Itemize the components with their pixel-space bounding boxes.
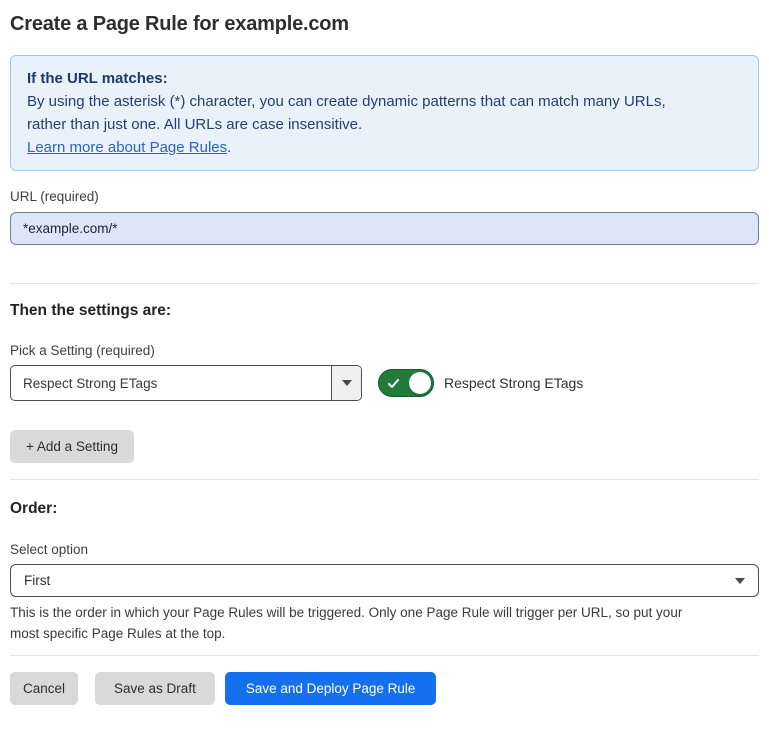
chevron-down-icon xyxy=(342,380,352,386)
info-box-body-line-1: By using the asterisk (*) character, you… xyxy=(27,90,742,113)
toggle-knob xyxy=(409,372,431,394)
page-rule-form: Create a Page Rule for example.com If th… xyxy=(0,12,769,705)
order-help-text: This is the order in which your Page Rul… xyxy=(10,602,759,644)
order-section-heading: Order: xyxy=(10,500,759,518)
check-icon xyxy=(387,377,400,395)
setting-select-value: Respect Strong ETags xyxy=(11,366,331,400)
pick-setting-label: Pick a Setting (required) xyxy=(10,342,759,359)
setting-row: Respect Strong ETags Respect Strong ETag… xyxy=(10,365,759,401)
page-title: Create a Page Rule for example.com xyxy=(10,12,759,36)
divider xyxy=(10,283,759,284)
divider xyxy=(10,655,759,656)
info-box-body-line-2: rather than just one. All URLs are case … xyxy=(27,113,742,136)
order-help-line-2: most specific Page Rules at the top. xyxy=(10,623,759,644)
setting-select-arrow-button[interactable] xyxy=(331,366,361,400)
learn-more-page-rules-link[interactable]: Learn more about Page Rules xyxy=(27,139,227,156)
url-label: URL (required) xyxy=(10,188,759,205)
cancel-button[interactable]: Cancel xyxy=(10,672,78,705)
save-draft-button[interactable]: Save as Draft xyxy=(95,672,215,705)
add-setting-button[interactable]: + Add a Setting xyxy=(10,430,134,463)
url-input[interactable] xyxy=(10,212,759,245)
setting-select[interactable]: Respect Strong ETags xyxy=(10,365,362,401)
toggle-label: Respect Strong ETags xyxy=(444,375,583,391)
chevron-down-icon xyxy=(735,578,745,584)
link-period: . xyxy=(227,139,231,156)
url-match-info-box: If the URL matches: By using the asteris… xyxy=(10,55,759,171)
info-box-link-line: Learn more about Page Rules. xyxy=(27,136,742,159)
order-help-line-1: This is the order in which your Page Rul… xyxy=(10,602,759,623)
footer-actions: Cancel Save as Draft Save and Deploy Pag… xyxy=(10,672,759,705)
divider xyxy=(10,479,759,480)
save-deploy-button[interactable]: Save and Deploy Page Rule xyxy=(225,672,437,705)
order-select-value: First xyxy=(24,573,50,588)
order-select[interactable]: First xyxy=(10,564,759,597)
info-box-heading: If the URL matches: xyxy=(27,67,742,90)
etags-toggle[interactable] xyxy=(378,369,434,397)
settings-section-heading: Then the settings are: xyxy=(10,302,759,320)
order-select-label: Select option xyxy=(10,541,759,558)
